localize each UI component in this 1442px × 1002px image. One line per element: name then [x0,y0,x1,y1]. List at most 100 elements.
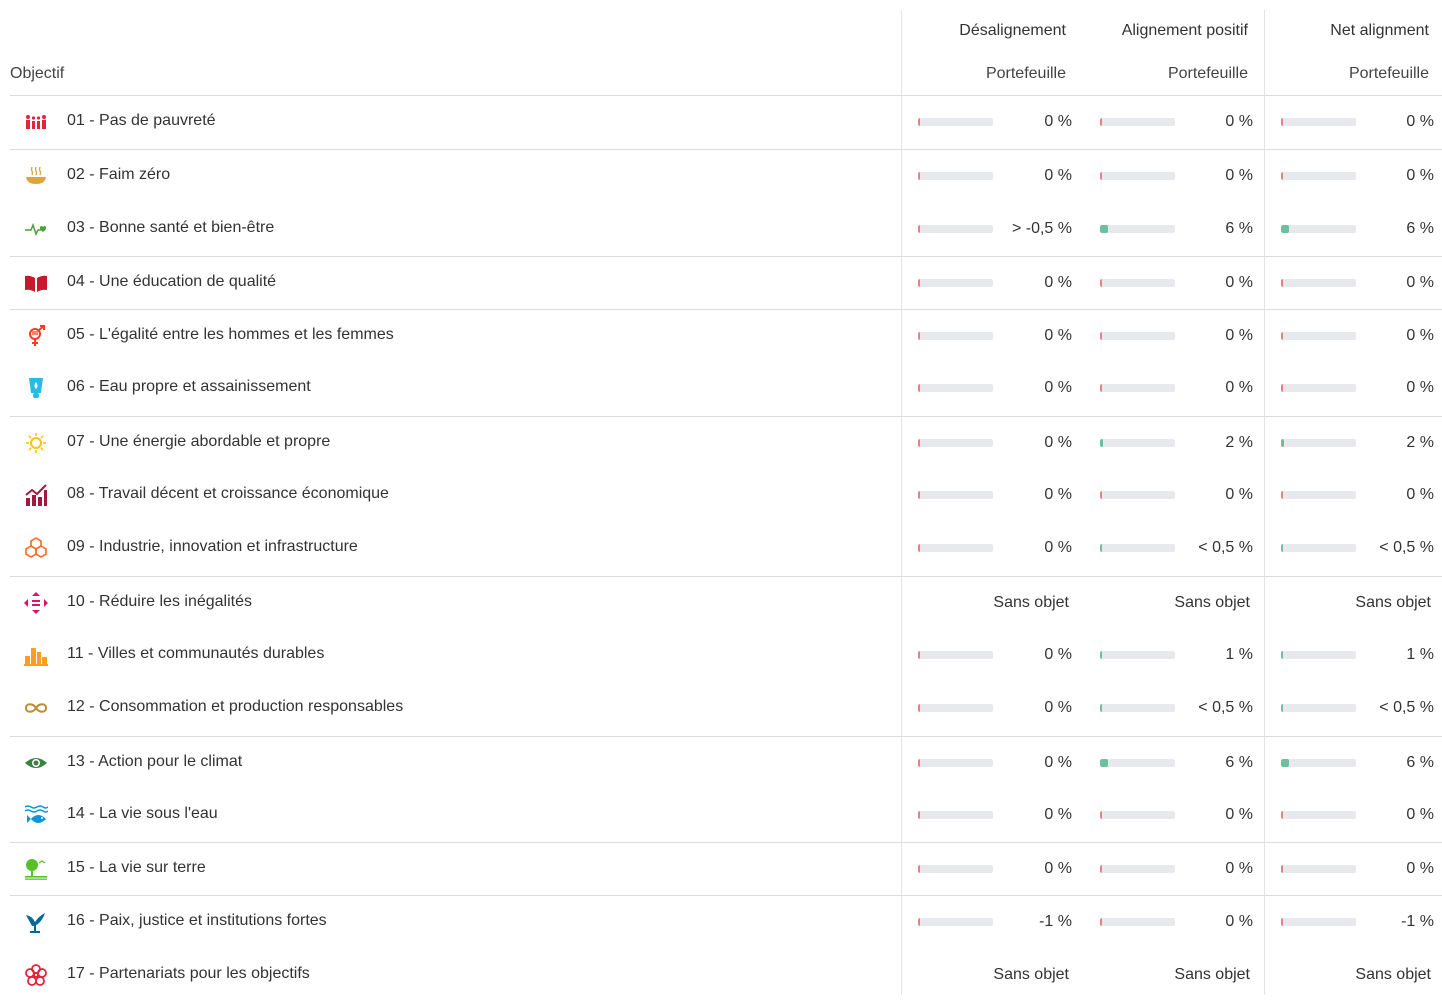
bowl-icon [24,165,48,187]
alignment-value: 6 % [1406,753,1434,771]
subheader-misalignment-portfolio[interactable]: Portefeuille [986,65,1066,83]
not-applicable-value: Sans objet [993,593,1069,611]
table-row[interactable]: 07 - Une énergie abordable et propre 0 % 2… [10,415,1442,469]
alignment-bar-fill [1281,384,1283,393]
alignment-bar-fill [1100,704,1102,713]
table-row[interactable]: 15 - La vie sur terre 0 % 0 % 0 % [10,842,1442,895]
alignment-bar-fill [1100,224,1108,233]
objective-label: 13 - Action pour le climat [67,752,243,770]
table-row[interactable]: 10 - Réduire les inégalités Sans objet San… [10,575,1442,629]
alignment-bar-fill [1281,865,1283,874]
alignment-bar-fill [918,650,920,659]
objective-label: 12 - Consommation et production responsa… [67,698,404,716]
alignment-bar-fill [918,918,920,927]
group-header-positive-alignment[interactable]: Alignement positif [1122,22,1248,40]
table-row[interactable]: 02 - Faim zéro 0 % 0 % 0 % [10,149,1442,202]
alignment-value: 0 % [1406,379,1434,397]
table-row[interactable]: 16 - Paix, justice et institutions forte… [10,895,1442,948]
alignment-bar-fill [1100,172,1102,181]
alignment-value: 0 % [1044,539,1072,557]
table-body: 01 - Pas de pauvreté 0 % 0 % 0 % 02 - Faim z… [10,96,1442,1002]
alignment-bar-fill [1281,491,1283,500]
alignment-bar-fill [1281,332,1283,341]
alignment-value: 0 % [1044,167,1072,185]
table-row[interactable]: 17 - Partenariats pour les objectifs Sans… [10,949,1442,1002]
group-header-misalignment[interactable]: Désalignement [959,22,1066,40]
alignment-bar-fill [1281,278,1283,287]
alignment-value: 0 % [1044,753,1072,771]
alignment-value: 0 % [1406,805,1434,823]
alignment-bar-fill [1100,918,1102,927]
objective-label: 10 - Réduire les inégalités [67,592,252,610]
alignment-value: 0 % [1044,327,1072,345]
objective-label: 09 - Industrie, innovation et infrastruc… [67,538,358,556]
alignment-value: 0 % [1225,273,1253,291]
table-row[interactable]: 11 - Villes et communautés durables 0 % 1 … [10,629,1442,682]
objective-label: 02 - Faim zéro [67,166,171,184]
alignment-value: 0 % [1406,327,1434,345]
group-header-net-alignment[interactable]: Net alignment [1330,22,1429,40]
objective-label: 15 - La vie sur terre [67,859,206,877]
alignment-bar-fill [1100,544,1102,553]
alignment-bar-fill [1100,650,1102,659]
table-row[interactable]: 01 - Pas de pauvreté 0 % 0 % 0 % [10,96,1442,149]
table-header: Objectif Désalignement Portefeuille Alig… [10,10,1442,96]
people-icon [24,111,48,133]
alignment-bar-fill [918,224,920,233]
table-row[interactable]: 05 - L'égalité entre les hommes et les f… [10,309,1442,362]
objective-label: 07 - Une énergie abordable et propre [67,432,331,450]
objective-column-header[interactable]: Objectif [10,65,64,83]
alignment-value: 6 % [1225,219,1253,237]
alignment-value: -1 % [1039,913,1072,931]
alignment-bar-fill [1281,544,1283,553]
table-row[interactable]: 04 - Une éducation de qualité 0 % 0 % 0 % [10,255,1442,309]
alignment-value: 0 % [1044,805,1072,823]
alignment-value: < 0,5 % [1198,539,1253,557]
alignment-value: 0 % [1406,113,1434,130]
alignment-value: 6 % [1406,219,1434,237]
alignment-value: > -0,5 % [1011,219,1072,237]
alignment-value: 0 % [1044,860,1072,878]
alignment-value: 1 % [1225,645,1253,663]
not-applicable-value: Sans objet [1355,965,1431,983]
table-row[interactable]: 03 - Bonne santé et bien-être > -0,5 % 6 %… [10,203,1442,256]
table-row[interactable]: 08 - Travail décent et croissance économ… [10,469,1442,522]
subheader-net-portfolio[interactable]: Portefeuille [1349,65,1429,83]
alignment-value: 0 % [1044,273,1072,291]
alignment-bar-fill [918,491,920,500]
table-row[interactable]: 12 - Consommation et production responsa… [10,682,1442,735]
alignment-bar-fill [1281,172,1283,181]
alignment-value: 6 % [1225,753,1253,771]
alignment-value: < 0,5 % [1379,539,1434,557]
alignment-bar-fill [918,758,920,767]
objective-label: 17 - Partenariats pour les objectifs [67,964,310,982]
alignment-bar-fill [1281,224,1289,233]
equality-icon [24,591,48,614]
alignment-value: 0 % [1225,486,1253,504]
alignment-bar-fill [1281,704,1283,713]
alignment-value: 1 % [1406,645,1434,663]
alignment-bar-fill [918,544,920,553]
infinity-icon [24,697,48,719]
objective-label: 08 - Travail décent et croissance économ… [67,485,389,503]
objective-label: 05 - L'égalité entre les hommes et les f… [67,326,394,344]
table-row[interactable]: 14 - La vie sous l'eau 0 % 0 % 0 % [10,789,1442,842]
subheader-positive-portfolio[interactable]: Portefeuille [1168,65,1248,83]
sun-icon [24,432,48,454]
alignment-value: 0 % [1044,645,1072,663]
alignment-bar-fill [918,438,920,447]
flower-rings-icon [24,963,48,986]
alignment-value: 0 % [1406,273,1434,291]
objective-label: 04 - Une éducation de qualité [67,272,277,290]
table-row[interactable]: 13 - Action pour le climat 0 % 6 % 6 % [10,735,1442,789]
table-row[interactable]: 06 - Eau propre et assainissement 0 % 0 % 0… [10,362,1442,415]
alignment-bar-fill [1281,758,1289,767]
alignment-bar-fill [918,332,920,341]
objective-label: 03 - Bonne santé et bien-être [67,218,275,236]
alignment-value: -1 % [1401,913,1434,931]
not-applicable-value: Sans objet [1355,593,1431,611]
alignment-bar-fill [1281,118,1283,126]
table-row[interactable]: 09 - Industrie, innovation et infrastruc… [10,522,1442,575]
not-applicable-value: Sans objet [993,965,1069,983]
alignment-bar-fill [1281,650,1283,659]
